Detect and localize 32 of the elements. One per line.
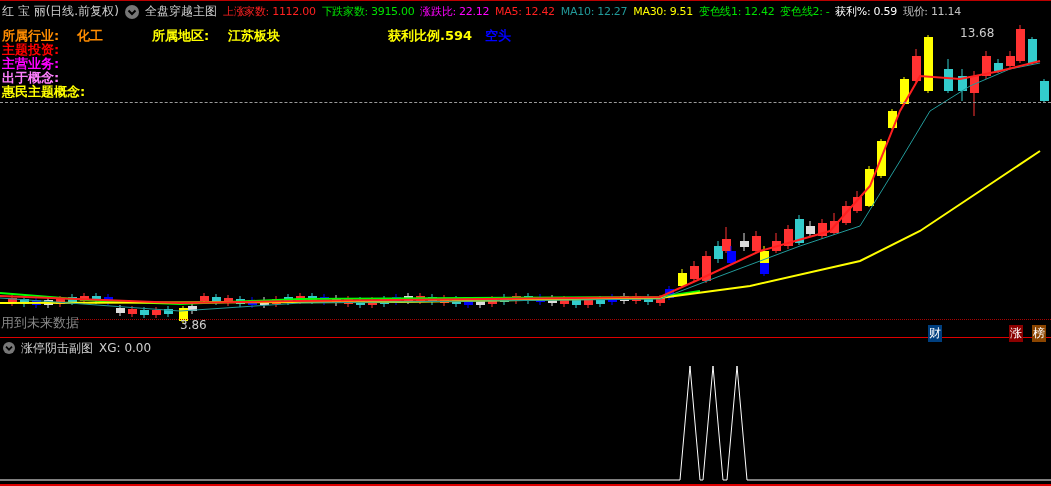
future-data-note: 用到未来数据 xyxy=(1,313,79,332)
sub-chart-value: XG: 0.00 xyxy=(99,341,152,355)
event-marker[interactable]: 涨 xyxy=(1009,324,1023,342)
indicator-value: MA30: 9.51 xyxy=(633,5,693,19)
indicator-value: 下跌家数: 3915.00 xyxy=(321,4,415,20)
indicator-value: 上涨家数: 1112.00 xyxy=(222,4,316,20)
dropdown-icon[interactable] xyxy=(3,342,15,354)
info-text: 获利比例.594 xyxy=(388,27,473,43)
indicator-value: 变色线1: 12.42 xyxy=(698,4,775,20)
info-label: 出于概念: xyxy=(2,70,60,85)
indicator-value: 变色线2: - xyxy=(780,4,830,20)
indicator-value: 涨跌比: 22.12 xyxy=(420,4,490,20)
event-marker[interactable]: 榜 xyxy=(1032,324,1046,342)
info-label: 主营业务: xyxy=(2,56,60,71)
indicator-value: 现价: 11.14 xyxy=(902,4,961,20)
low-price-label: 3.86 xyxy=(180,317,207,332)
indicator-name[interactable]: 全盘穿越主图 xyxy=(144,3,217,21)
high-price-label: 13.68 xyxy=(960,25,995,40)
info-text: 所属行业: xyxy=(2,27,60,43)
info-text: 所属地区: xyxy=(152,27,210,43)
info-text: 空头 xyxy=(485,27,511,43)
info-label: 惠民主题概念: xyxy=(2,84,86,99)
indicator-value: 获利%: 0.59 xyxy=(835,4,897,20)
info-label: 主题投资: xyxy=(2,42,60,57)
indicator-value: MA10: 12.27 xyxy=(560,5,628,19)
event-marker[interactable]: 财 xyxy=(928,324,942,342)
stock-title: 红 宝 丽(日线.前复权) xyxy=(2,3,119,21)
sub-chart-title[interactable]: 涨停阴击副图 xyxy=(21,339,93,357)
info-text: 江苏板块 xyxy=(228,27,280,43)
dropdown-icon[interactable] xyxy=(124,4,139,19)
info-text: 化工 xyxy=(77,27,103,43)
indicator-value: MA5: 12.42 xyxy=(495,5,555,19)
